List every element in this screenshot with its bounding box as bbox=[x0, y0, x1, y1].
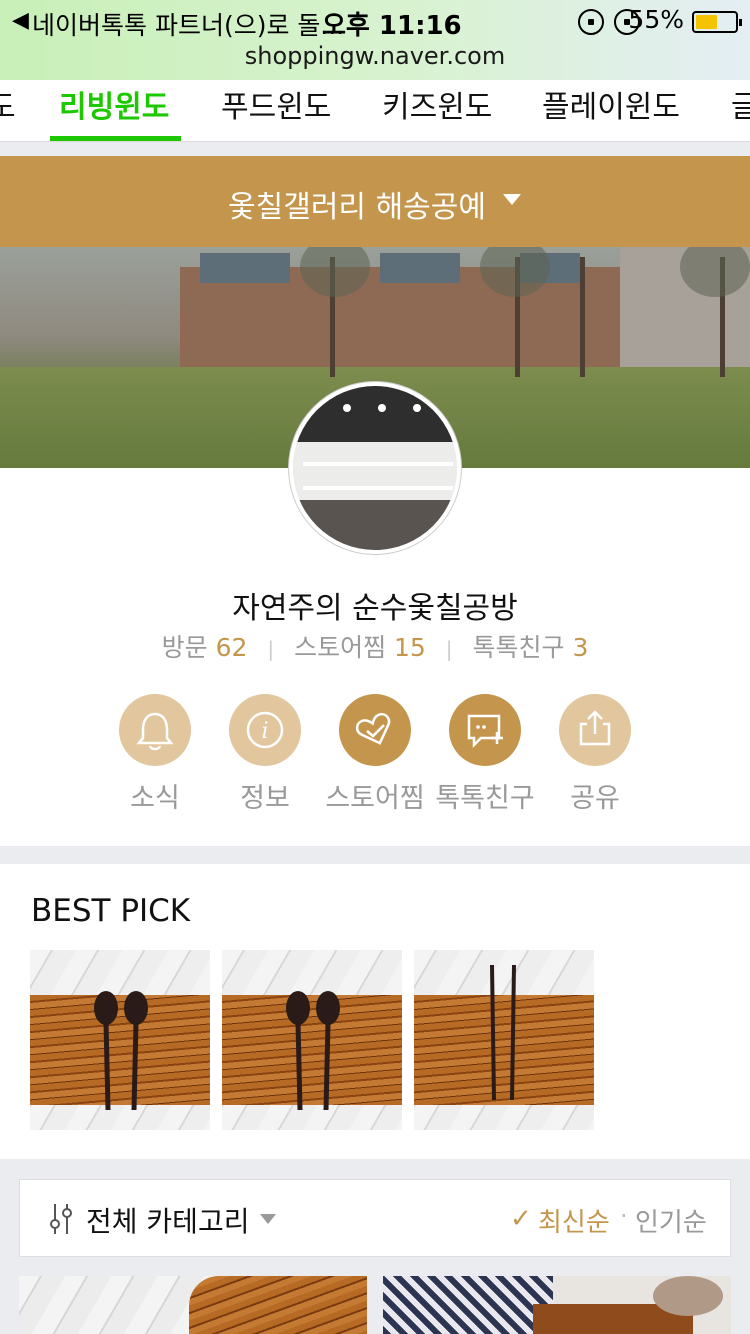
store-stats: 방문 62 | 스토어찜 15 | 톡톡친구 3 bbox=[0, 628, 750, 664]
clock: 오후 11:16 bbox=[322, 11, 462, 41]
cover-window bbox=[380, 253, 460, 283]
chopsticks-image bbox=[490, 964, 516, 1101]
info-icon: i bbox=[229, 694, 301, 766]
store-selector-label: 옻칠갤러리 해송공예 bbox=[228, 190, 486, 225]
tab-partial-left[interactable]: 도 bbox=[0, 82, 16, 126]
info-label: 정보 bbox=[240, 783, 290, 814]
talk-friend-label: 톡톡친구 bbox=[435, 783, 535, 814]
avatar-light bbox=[413, 404, 421, 412]
url-bar[interactable]: shoppingw.naver.com bbox=[0, 42, 750, 70]
cover-tree bbox=[580, 257, 585, 377]
filter-sliders-icon[interactable] bbox=[48, 1202, 74, 1236]
rotation-lock-icon bbox=[578, 9, 604, 35]
share-button[interactable]: 공유 bbox=[540, 694, 650, 815]
store-selector[interactable]: 옻칠갤러리 해송공예 bbox=[0, 156, 750, 247]
product-image-flowers bbox=[653, 1276, 723, 1316]
best-pick-item[interactable] bbox=[30, 950, 210, 1130]
store-like-label: 스토어찜 bbox=[325, 783, 425, 814]
product-card[interactable] bbox=[383, 1276, 731, 1334]
best-pick-item[interactable] bbox=[414, 950, 594, 1130]
tab-play-window[interactable]: 플레이윈도 bbox=[542, 82, 680, 126]
tab-kids-window[interactable]: 키즈윈도 bbox=[382, 82, 492, 126]
tab-food-window[interactable]: 푸드윈도 bbox=[221, 82, 331, 126]
sort-latest-option[interactable]: 최신순 bbox=[538, 1202, 610, 1239]
stat-store-like-label: 스토어찜 bbox=[294, 633, 387, 662]
stat-divider: | bbox=[267, 637, 275, 661]
news-label: 소식 bbox=[130, 783, 180, 814]
news-button[interactable]: 소식 bbox=[100, 694, 210, 815]
bell-icon-svg bbox=[136, 712, 174, 751]
category-tabs: 도 리빙윈도 푸드윈도 키즈윈도 플레이윈도 글 bbox=[0, 80, 750, 142]
store-like-button[interactable]: 스토어찜 bbox=[320, 694, 430, 815]
share-icon-svg bbox=[579, 710, 611, 746]
spoons-image bbox=[94, 991, 148, 1111]
svg-text:i: i bbox=[261, 719, 268, 744]
avatar-ceiling bbox=[293, 386, 457, 442]
info-icon-svg: i bbox=[246, 711, 284, 749]
heart-check-icon bbox=[339, 694, 411, 766]
product-image-cloth bbox=[383, 1276, 553, 1334]
spoons-image bbox=[286, 991, 340, 1111]
stat-store-like-value: 15 bbox=[394, 633, 426, 662]
product-image-board bbox=[189, 1276, 367, 1334]
share-label: 공유 bbox=[570, 783, 620, 814]
status-bar: ◀ 네이버톡톡 파트너(으)로 돌... 오후 11:16 55% shoppi… bbox=[0, 0, 750, 80]
heart-check-icon-svg bbox=[355, 712, 391, 745]
store-avatar[interactable] bbox=[289, 382, 461, 554]
battery-percent: 55% bbox=[628, 5, 684, 34]
stat-talk-friend-value: 3 bbox=[572, 633, 589, 662]
talk-friend-button[interactable]: 톡톡친구 bbox=[430, 694, 540, 815]
sort-separator: · bbox=[620, 1202, 628, 1230]
stat-talk-friend-label: 톡톡친구 bbox=[472, 633, 565, 662]
active-tab-indicator bbox=[50, 136, 181, 141]
avatar-shelf bbox=[303, 486, 453, 490]
avatar-shelf bbox=[303, 462, 453, 466]
best-pick-item[interactable] bbox=[222, 950, 402, 1130]
cover-window bbox=[200, 253, 290, 283]
caret-down-icon[interactable] bbox=[260, 1214, 276, 1224]
tab-living-window[interactable]: 리빙윈도 bbox=[59, 82, 169, 126]
back-to-app-label[interactable]: 네이버톡톡 파트너(으)로 돌... bbox=[32, 6, 344, 42]
bell-icon bbox=[119, 694, 191, 766]
stat-divider: | bbox=[445, 637, 453, 661]
chat-plus-icon bbox=[449, 694, 521, 766]
sort-popular-option[interactable]: 인기순 bbox=[635, 1202, 707, 1239]
battery-icon bbox=[692, 11, 742, 33]
store-name: 자연주의 순수옻칠공방 bbox=[232, 591, 518, 626]
info-button[interactable]: i 정보 bbox=[210, 694, 320, 815]
battery-nub bbox=[739, 19, 742, 26]
product-card[interactable] bbox=[19, 1276, 367, 1334]
back-arrow-icon[interactable]: ◀ bbox=[12, 8, 29, 33]
caret-down-icon bbox=[503, 194, 521, 205]
tab-partial-right[interactable]: 글 bbox=[731, 82, 750, 126]
category-sort-bar: 전체 카테고리 ✓ 최신순 · 인기순 bbox=[19, 1179, 731, 1257]
battery-fill bbox=[696, 15, 717, 29]
chat-plus-icon-svg bbox=[467, 714, 503, 749]
stat-visit-value: 62 bbox=[215, 633, 248, 662]
avatar-floor bbox=[293, 500, 457, 550]
best-pick-title: BEST PICK bbox=[31, 893, 191, 929]
share-icon bbox=[559, 694, 631, 766]
stat-visit-label: 방문 bbox=[161, 633, 208, 662]
check-icon: ✓ bbox=[510, 1204, 532, 1234]
avatar-light bbox=[378, 404, 386, 412]
category-dropdown[interactable]: 전체 카테고리 bbox=[86, 1200, 249, 1240]
avatar-light bbox=[343, 404, 351, 412]
